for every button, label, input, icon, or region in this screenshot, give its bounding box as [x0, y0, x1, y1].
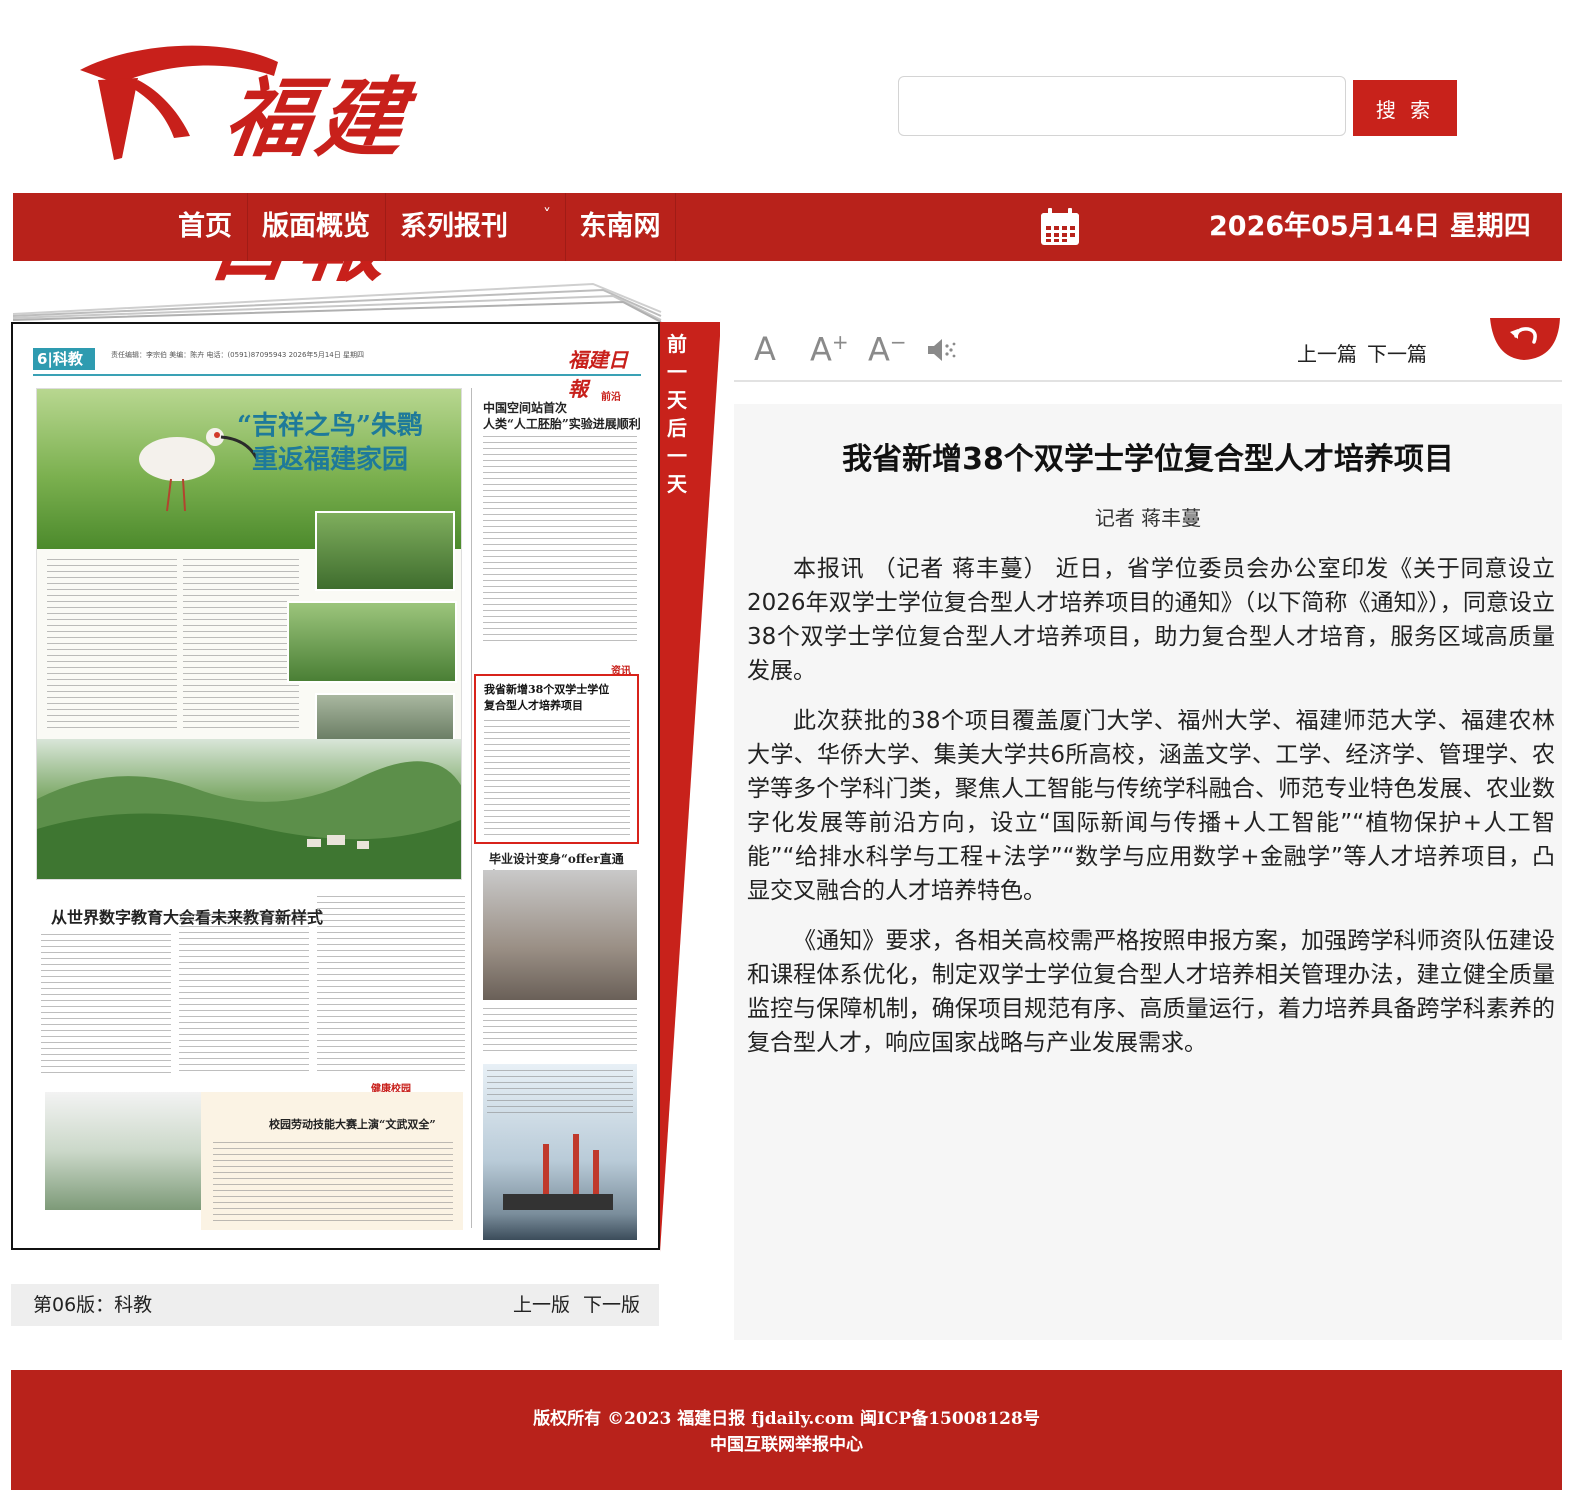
- port-illustration: [503, 1134, 613, 1210]
- text-column: [317, 896, 465, 1074]
- highlight-article-title: 我省新增38个双学士学位 复合型人才培养项目: [484, 682, 609, 714]
- article-toolbar: A A+ A− 上一篇 下一篇: [734, 322, 1562, 382]
- nav-item-series[interactable]: 系列报刊: [386, 193, 522, 261]
- font-decrease-button[interactable]: A−: [868, 330, 907, 369]
- current-date: 2026年05月14日 星期四: [1209, 211, 1531, 242]
- nav-item-overview[interactable]: 版面概览: [248, 193, 384, 261]
- column-divider: [471, 388, 472, 1228]
- highlight-title-line1: 我省新增38个双学士学位: [484, 683, 610, 696]
- text-column: [47, 559, 177, 729]
- text-column: [483, 436, 637, 646]
- labor-skills-photo: [45, 1092, 201, 1210]
- space-station-headline-line1: 中国空间站首次: [483, 401, 568, 415]
- article-panel: 我省新增38个双学士学位复合型人才培养项目 记者 蒋丰蔓 本报讯 （记者 蒋丰蔓…: [734, 404, 1562, 1340]
- copyright-text: 版权所有 ©2023 福建日报 fjdaily.com 闽ICP备1500812…: [533, 1409, 1040, 1429]
- report-center-link[interactable]: 中国互联网举报中心: [11, 1430, 1562, 1455]
- header-rule: [33, 374, 641, 376]
- next-day-button[interactable]: 后 一 天: [666, 414, 688, 498]
- font-increase-button[interactable]: A+: [810, 330, 849, 369]
- article-paragraph: 此次获批的38个项目覆盖厦门大学、福州大学、福建师范大学、福建农林大学、华侨大学…: [747, 708, 1555, 904]
- current-page-label: 第06版：科教: [33, 1294, 153, 1316]
- mountain-illustration: [37, 761, 461, 879]
- graduation-exhibit-photo: [483, 870, 637, 1000]
- port-photo: [483, 1064, 637, 1240]
- site-footer: 版权所有 ©2023 福建日报 fjdaily.com 闽ICP备1500812…: [11, 1370, 1562, 1490]
- text-column: [179, 914, 309, 1074]
- next-day-char: 后: [667, 416, 687, 440]
- text-column: [183, 559, 299, 729]
- font-increase-label: A: [810, 330, 832, 369]
- text-column: [41, 934, 171, 1074]
- prev-page-link[interactable]: 上一版: [513, 1284, 570, 1326]
- feature-body: [37, 511, 461, 753]
- article-body: 本报讯 （记者 蒋丰蔓） 近日，省学位委员会办公室印发《关于同意设立2026年双…: [747, 552, 1555, 1076]
- feature-headline-line1: “吉祥之鸟”朱鹮: [237, 411, 423, 441]
- next-day-char: 天: [667, 472, 687, 496]
- nav-item-home[interactable]: 首页: [163, 193, 247, 261]
- prev-day-button[interactable]: 前 一 天: [666, 330, 688, 414]
- speaker-icon[interactable]: [926, 336, 958, 364]
- prev-article-link[interactable]: 上一篇: [1297, 338, 1357, 367]
- labor-skills-article[interactable]: 校园劳动技能大赛上演“文武双全”: [201, 1092, 463, 1230]
- search-input[interactable]: [898, 76, 1346, 136]
- article-title: 我省新增38个双学士学位复合型人才培养项目: [842, 442, 1454, 477]
- nav-item-dongnan[interactable]: 东南网: [566, 193, 674, 261]
- section-header-small: 责任编辑：李宗伯 美编：陈卉 电话：(0591)87095943 2026年5月…: [111, 351, 364, 359]
- prev-day-char: 一: [667, 360, 687, 384]
- prev-day-char: 天: [667, 388, 687, 412]
- next-day-char: 一: [667, 444, 687, 468]
- site-header: 福建日報 搜 索: [0, 0, 1576, 294]
- chevron-down-icon[interactable]: ˅: [543, 205, 551, 224]
- article-paragraph: 《通知》要求，各相关高校需严格按照申报方案，加强跨学科师资队伍建设和课程体系优化…: [747, 928, 1555, 1056]
- page-nav-bar: 第06版：科教 上一版 下一版: [11, 1284, 659, 1326]
- space-station-headline[interactable]: 中国空间站首次 人类“人工胚胎”实验进展顺利: [483, 400, 641, 432]
- text-column: [484, 720, 630, 838]
- article-author: 记者 蒋丰蔓: [1094, 506, 1202, 530]
- article-paragraph: 本报讯 （记者 蒋丰蔓） 近日，省学位委员会办公室印发《关于同意设立2026年双…: [747, 556, 1555, 684]
- prev-day-char: 前: [667, 332, 687, 356]
- next-article-link[interactable]: 下一篇: [1367, 338, 1427, 367]
- calendar-icon[interactable]: [1039, 207, 1081, 247]
- feature-thumb-photo: [315, 511, 455, 591]
- section-number: 6|科教: [33, 348, 95, 370]
- nav-divider: [675, 193, 676, 261]
- newspaper-page-content: 6|科教 责任编辑：李宗伯 美编：陈卉 电话：(0591)87095943 20…: [33, 344, 641, 1240]
- plus-sign: +: [831, 330, 849, 354]
- paper-stack-decoration: [13, 282, 662, 323]
- labor-skills-headline: 校园劳动技能大赛上演“文武双全”: [269, 1118, 436, 1131]
- text-column: [483, 1008, 637, 1052]
- feature-headline-line2: 重返福建家园: [251, 445, 408, 475]
- minus-sign: −: [889, 330, 907, 354]
- back-button[interactable]: [1488, 318, 1562, 360]
- main-nav: 首页 版面概览 系列报刊 ˅ 东南网 2026年05月14日 星期四: [13, 193, 1562, 261]
- font-default-button[interactable]: A: [754, 330, 776, 368]
- newspaper-page[interactable]: 6|科教 责任编辑：李宗伯 美编：陈卉 电话：(0591)87095943 20…: [11, 322, 660, 1250]
- font-decrease-label: A: [868, 330, 890, 369]
- text-column: [213, 1142, 453, 1222]
- feature-headline: “吉祥之鸟”朱鹮 重返福建家园: [237, 409, 423, 477]
- ibis-feature[interactable]: “吉祥之鸟”朱鹮 重返福建家园: [36, 388, 462, 880]
- mountain-village-photo: [37, 739, 461, 879]
- next-page-link[interactable]: 下一版: [583, 1284, 640, 1326]
- feature-thumb-photo: [287, 601, 457, 683]
- current-article-highlight[interactable]: 我省新增38个双学士学位 复合型人才培养项目: [474, 674, 639, 844]
- highlight-title-line2: 复合型人才培养项目: [484, 699, 583, 712]
- site-logo[interactable]: 福建日報: [78, 40, 478, 294]
- space-station-headline-line2: 人类“人工胚胎”实验进展顺利: [483, 417, 641, 431]
- search-button[interactable]: 搜 索: [1353, 80, 1457, 136]
